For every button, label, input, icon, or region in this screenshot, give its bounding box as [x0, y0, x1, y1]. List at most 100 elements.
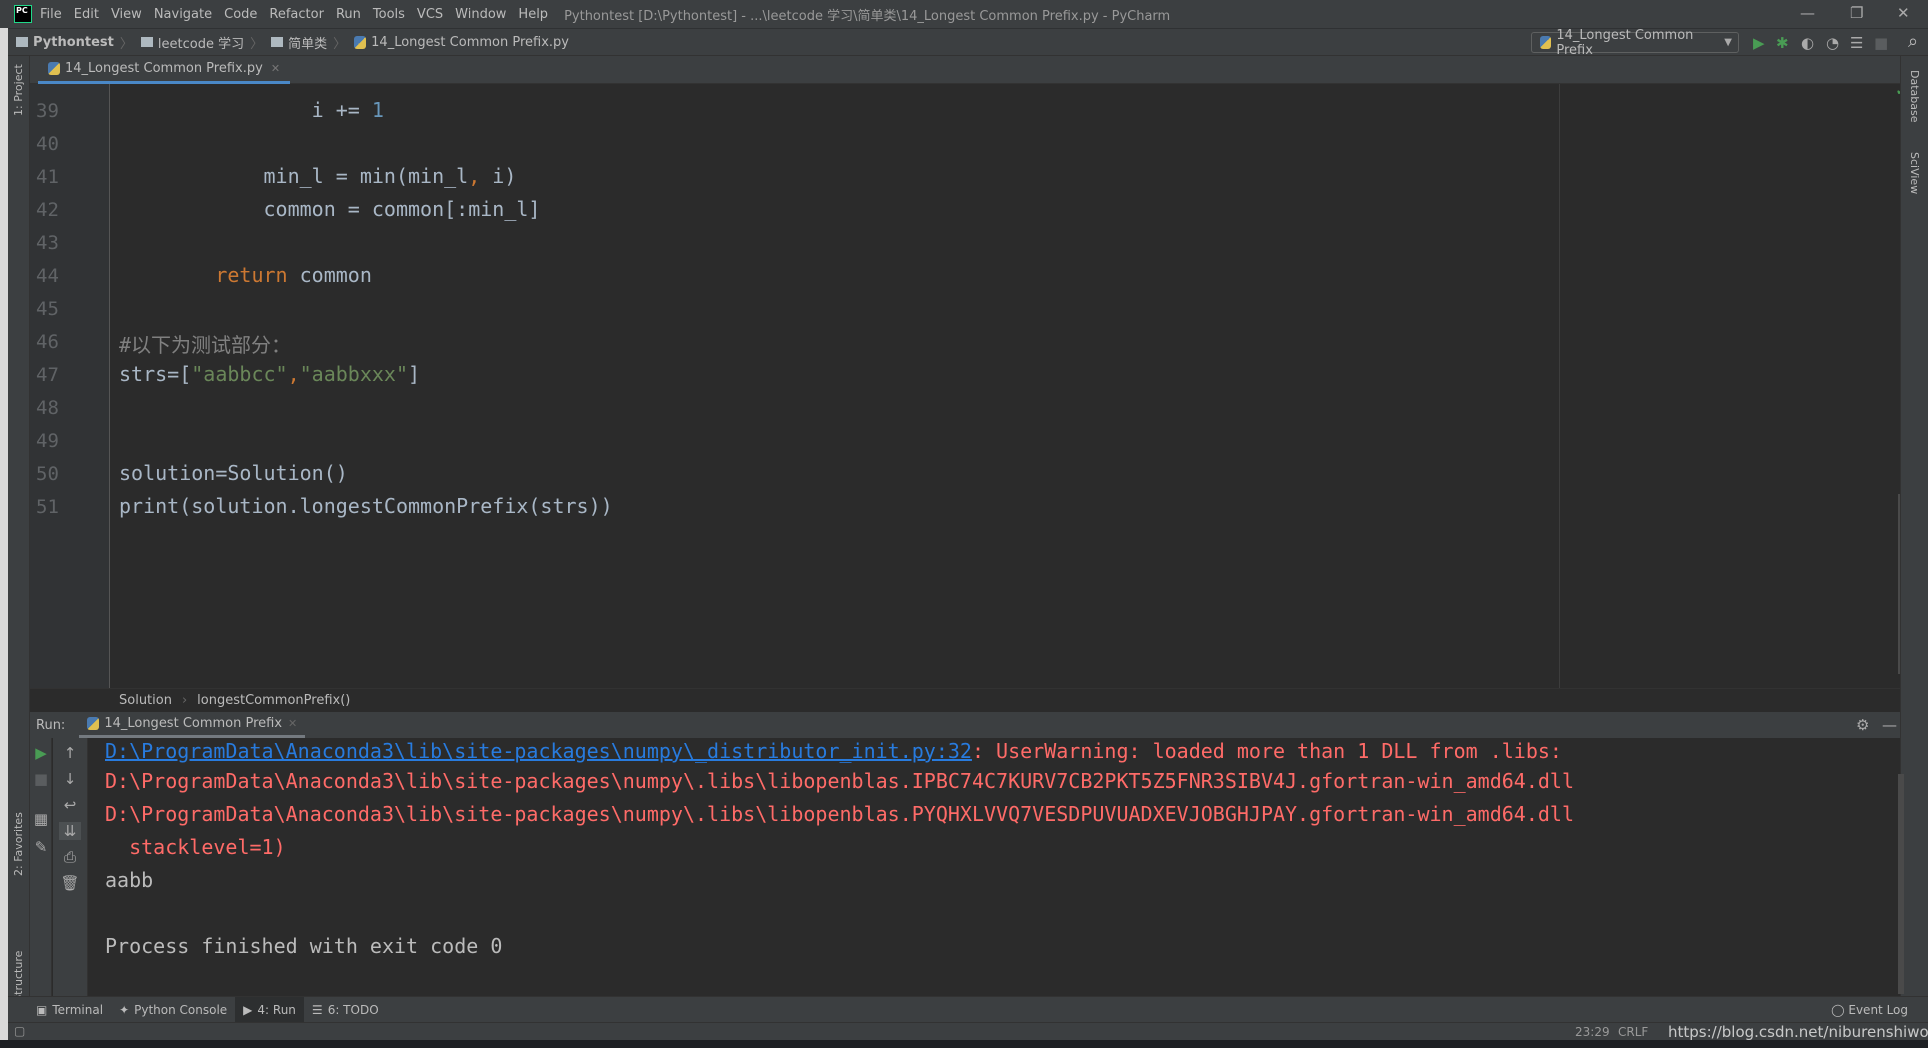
menu-refactor[interactable]: Refactor	[269, 7, 324, 22]
title-bar: PC File Edit View Navigate Code Refactor Run To…	[0, 0, 1928, 28]
code-token: "aabbxxx"	[299, 362, 408, 386]
python-file-icon	[48, 62, 60, 75]
code-token: 1	[371, 98, 384, 122]
minimize-button[interactable]: —	[1800, 4, 1815, 22]
run-tab-label: 14_Longest Common Prefix	[104, 716, 283, 731]
close-run-tab-icon[interactable]: ✕	[288, 717, 297, 730]
run-icon[interactable]: ▶	[1753, 34, 1765, 52]
menu-navigate[interactable]: Navigate	[154, 7, 212, 22]
code-token: i +=	[119, 98, 372, 122]
menu-tools[interactable]: Tools	[373, 7, 405, 22]
concurrency-icon[interactable]: ☰	[1850, 34, 1863, 52]
menu-vcs[interactable]: VCS	[417, 7, 443, 22]
run-toolbar-right: ↑ ↓ ↩ ⇊ ⎙ 🗑	[53, 738, 88, 996]
database-tool-button[interactable]: Database	[1908, 70, 1921, 123]
menu-file[interactable]: File	[40, 7, 62, 22]
code-token: #以下为测试部分：	[119, 333, 292, 357]
stop-icon[interactable]: ■	[30, 770, 52, 788]
console-line: stacklevel=1)	[105, 835, 286, 859]
profile-icon[interactable]: ◔	[1826, 34, 1839, 52]
python-icon	[87, 717, 100, 730]
stop-icon[interactable]: ■	[1874, 34, 1888, 52]
line-number: 39	[36, 100, 59, 122]
run-console[interactable]: ▶ ■ ▦ ✎ ↑ ↓ ↩ ⇊ ⎙ 🗑 D:\ProgramData\Anaco…	[30, 738, 1904, 996]
folder-icon	[16, 37, 28, 47]
toggle-tool-windows-icon[interactable]: ▢	[14, 1024, 25, 1038]
code-token: i)	[480, 164, 517, 188]
code-line: return common	[119, 263, 372, 287]
layout-icon[interactable]: ▦	[30, 810, 52, 828]
breadcrumb-file[interactable]: 14_Longest Common Prefix.py	[354, 35, 569, 50]
project-tool-button[interactable]: 1: Project	[12, 64, 25, 116]
sciview-tool-button[interactable]: SciView	[1908, 152, 1921, 194]
code-line: solution=Solution()	[119, 461, 348, 485]
hide-panel-icon[interactable]: —	[1882, 716, 1897, 734]
line-separator[interactable]: CRLF	[1618, 1025, 1648, 1039]
run-toolbar-left: ▶ ■ ▦ ✎	[30, 738, 52, 996]
menu-edit[interactable]: Edit	[74, 7, 99, 22]
tool-window-terminal[interactable]: ▣ Terminal	[28, 997, 111, 1023]
editor-scrollbar[interactable]	[1898, 494, 1900, 674]
run-configuration-select[interactable]: 14_Longest Common Prefix ▼	[1531, 28, 1739, 58]
soft-wrap-icon[interactable]: ↩	[59, 796, 81, 814]
print-icon[interactable]: ⎙	[59, 848, 81, 866]
line-number: 51	[36, 496, 59, 518]
close-tab-icon[interactable]: ✕	[271, 62, 280, 75]
line-number: 44	[36, 265, 59, 287]
tool-window-icon: ▶	[243, 1002, 253, 1017]
line-number: 46	[36, 331, 59, 353]
tool-window-python-console[interactable]: ✦ Python Console	[111, 997, 235, 1023]
python-file-icon	[354, 35, 367, 49]
tool-window-bar: ▣ Terminal ✦ Python Console ▶ 4: Run ☰ 6: TODO …	[8, 996, 1928, 1023]
up-arrow-icon[interactable]: ↑	[59, 744, 81, 762]
line-number-gutter: 39 40 41 42 43 44 45 46 47 48 49 50 51	[30, 84, 110, 688]
menu-window[interactable]: Window	[455, 7, 506, 22]
code-token: ,	[287, 362, 300, 386]
down-arrow-icon[interactable]: ↓	[59, 770, 81, 788]
run-tab[interactable]: 14_Longest Common Prefix ✕	[79, 712, 306, 738]
status-bar: ▢ 23:29 CRLF https://blog.csdn.net/nibur…	[8, 1022, 1928, 1041]
breadcrumb-method[interactable]: longestCommonPrefix()	[197, 693, 350, 708]
breadcrumb-simple[interactable]: 简单类〉	[271, 33, 346, 52]
breadcrumb-leetcode[interactable]: leetcode 学习〉	[140, 33, 263, 52]
right-margin-guide	[1559, 84, 1560, 688]
menu-view[interactable]: View	[111, 7, 142, 22]
code-editor[interactable]: 39 40 41 42 43 44 45 46 47 48 49 50 51 i += 1 min_l …	[30, 84, 1900, 688]
chevron-down-icon: ▼	[1724, 37, 1732, 48]
debug-icon[interactable]: ✱	[1776, 34, 1789, 52]
tool-window-todo[interactable]: ☰ 6: TODO	[304, 997, 387, 1023]
trash-icon[interactable]: 🗑	[59, 874, 81, 892]
rerun-icon[interactable]: ▶	[30, 744, 52, 762]
coverage-icon[interactable]: ◐	[1801, 34, 1814, 52]
code-token: ,	[468, 164, 481, 188]
window-title: Pythontest [D:\Pythontest] - ...\leetcod…	[564, 8, 1171, 24]
console-scrollbar[interactable]	[1898, 774, 1904, 994]
caret-position[interactable]: 23:29	[1575, 1025, 1610, 1039]
pin-icon[interactable]: ✎	[30, 838, 52, 856]
code-line: min_l = min(min_l, i)	[119, 164, 516, 188]
traceback-link[interactable]: D:\ProgramData\Anaconda3\lib\site-packag…	[105, 739, 972, 763]
close-window-button[interactable]: ✕	[1897, 4, 1910, 22]
code-line: print(solution.longestCommonPrefix(strs)…	[119, 494, 613, 518]
menu-code[interactable]: Code	[224, 7, 257, 22]
scroll-to-end-icon[interactable]: ⇊	[59, 822, 81, 840]
console-line: aabb	[105, 868, 154, 892]
line-number: 41	[36, 166, 59, 188]
breadcrumb-class[interactable]: Solution	[119, 693, 172, 708]
console-line: D:\ProgramData\Anaconda3\lib\site-packag…	[105, 769, 1575, 793]
favorites-tool-button[interactable]: 2: Favorites	[12, 812, 25, 876]
line-number: 48	[36, 397, 59, 419]
tool-window-label: Terminal	[52, 1002, 104, 1017]
restore-button[interactable]: ❐	[1850, 4, 1863, 22]
breadcrumb-label: leetcode 学习	[157, 36, 245, 52]
editor-tab-active[interactable]: 14_Longest Common Prefix.py ✕	[38, 56, 291, 84]
event-log-button[interactable]: ◯ Event Log	[1831, 1003, 1908, 1017]
menu-run[interactable]: Run	[336, 7, 361, 22]
tool-window-run[interactable]: ▶ 4: Run	[235, 996, 304, 1023]
search-icon[interactable]: ⌕	[1908, 31, 1918, 52]
gear-icon[interactable]: ⚙	[1856, 716, 1869, 734]
menu-help[interactable]: Help	[518, 7, 548, 22]
code-token: ]	[408, 362, 421, 386]
breadcrumb-project[interactable]: Pythontest 〉	[16, 33, 133, 52]
